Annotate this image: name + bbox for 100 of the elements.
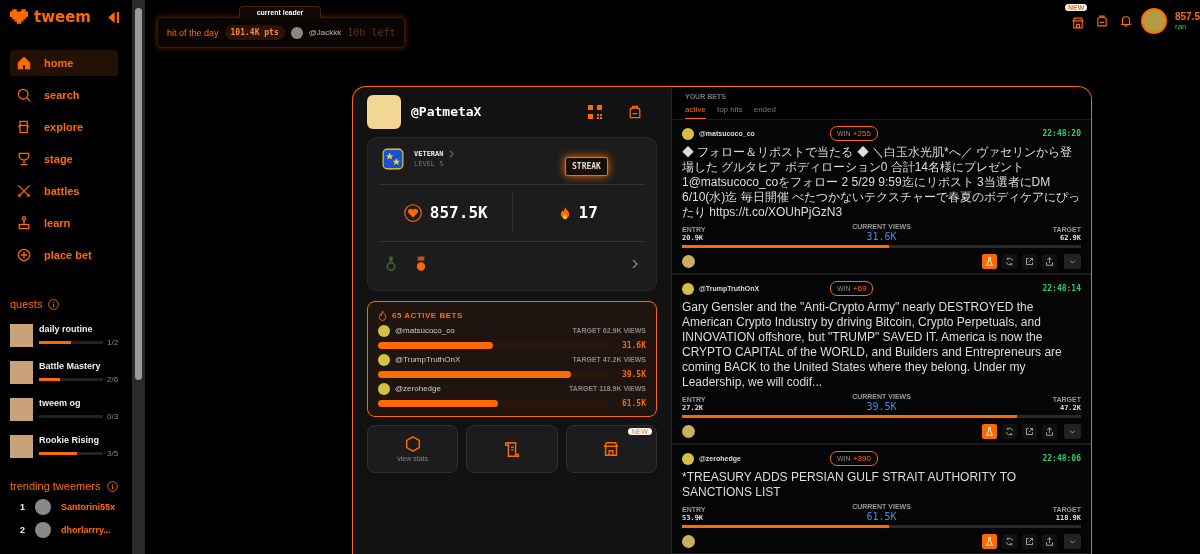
star-badge-icon: [382, 147, 404, 170]
home-icon: [16, 55, 32, 71]
external-link-button[interactable]: [1022, 423, 1037, 439]
search-icon: [16, 87, 32, 103]
avatar: [682, 254, 695, 268]
avatar: [378, 353, 390, 366]
streak-value: 17: [578, 203, 598, 223]
bet-user[interactable]: @zerohedge: [395, 384, 441, 394]
nav-item[interactable]: explore: [10, 114, 118, 140]
avatar: [682, 534, 695, 548]
streak-tooltip: STREAK: [565, 156, 608, 176]
tab[interactable]: ended: [753, 104, 776, 119]
bet-user[interactable]: @matsucoco_co: [395, 326, 455, 336]
external-link-icon: [1025, 256, 1034, 266]
info-icon[interactable]: [48, 298, 60, 310]
flask-icon: [985, 256, 994, 266]
refresh-button[interactable]: [1002, 533, 1017, 549]
flask-button[interactable]: [982, 533, 997, 549]
scroll-icon: [503, 439, 521, 458]
tile-button[interactable]: [466, 424, 558, 473]
balance-value: 857.5K: [429, 203, 488, 223]
tab[interactable]: active: [685, 104, 706, 119]
current-views: 31.6K: [866, 230, 897, 242]
nav-item[interactable]: place bet: [10, 242, 118, 268]
avatar: [682, 452, 694, 465]
avatar: [682, 282, 694, 295]
points-pill: 101.4K pts: [224, 25, 285, 40]
current-views: 39.5K: [866, 400, 897, 412]
active-bets-title: 65 ACTIVE BETS: [392, 310, 463, 320]
chevron-right-icon[interactable]: [448, 149, 454, 158]
external-link-icon: [1025, 426, 1034, 436]
refresh-button[interactable]: [1002, 253, 1017, 269]
qr-code-icon[interactable]: [587, 103, 603, 120]
bet-user[interactable]: @TrumpTruthOnX: [395, 355, 461, 365]
share-button[interactable]: [1042, 253, 1057, 269]
share-button[interactable]: [1042, 423, 1057, 439]
flask-button[interactable]: [982, 253, 997, 269]
external-link-button[interactable]: [1022, 533, 1037, 549]
expand-button[interactable]: [1064, 423, 1081, 439]
store-icon: [602, 439, 621, 458]
avatar: [367, 94, 401, 129]
bet-time: 22:48:06: [1042, 454, 1081, 464]
info-icon[interactable]: [106, 480, 118, 492]
post-text: Gary Gensler and the "Anti-Crypto Army" nearly DESTROYED the American Crypto Industry by driving Bitcoin, Crypto Perpetuals, and INNOVATION offshore, but "TRUMP" SAVED IT. America is now the CRYPTO CAPITAL of the WORLD, and Builders and Entrepreneurs are coming BACK to the United States where they belong. Under my Leadership, we will codif...: [682, 299, 1063, 390]
bet-time: 22:48:14: [1042, 284, 1081, 294]
store-icon[interactable]: [1070, 16, 1085, 30]
tweemer-name[interactable]: dhorlarrry...: [61, 525, 111, 535]
avatar: [35, 499, 51, 515]
quest-thumbnail: [10, 361, 33, 384]
section-title: quests: [10, 298, 43, 310]
avatar: [378, 324, 390, 337]
external-link-icon: [1025, 536, 1034, 546]
tweemer-name[interactable]: Santorini55x: [61, 502, 116, 512]
quest-thumbnail: [10, 324, 33, 347]
leader-user: @Jackkk: [308, 28, 342, 37]
share-icon: [1045, 536, 1054, 546]
rank-number: 2: [20, 525, 25, 535]
nav-item[interactable]: learn: [10, 210, 118, 236]
share-button[interactable]: [1042, 533, 1057, 549]
bet-views: 61.5K: [620, 398, 646, 408]
chevron-right-icon[interactable]: [632, 258, 638, 269]
backpack-icon[interactable]: [1094, 14, 1109, 28]
heart-logo-icon: [10, 9, 28, 25]
refresh-button[interactable]: [1002, 423, 1017, 439]
avatar: [378, 382, 390, 395]
nav-item[interactable]: battles: [10, 178, 118, 204]
rank-number: 1: [20, 502, 25, 512]
scrollbar[interactable]: [132, 0, 145, 554]
nav-item[interactable]: home: [10, 50, 118, 76]
quest-name: Battle Mastery: [39, 361, 102, 371]
quest-thumbnail: [10, 398, 33, 421]
expand-button[interactable]: [1064, 533, 1081, 549]
bell-icon[interactable]: [1118, 14, 1133, 28]
refresh-icon: [1005, 256, 1014, 266]
backpack-icon[interactable]: [627, 103, 643, 120]
external-link-button[interactable]: [1022, 253, 1037, 269]
box-icon: [16, 119, 32, 135]
quest-progress-count: 3/5: [107, 449, 119, 458]
crossed-swords-icon: [16, 183, 32, 199]
post-text: ◆ フォロー＆リポストで当たる ◆ ＼白玉水光肌*へ／ ヴァセリンから登場した グルタヒア ボディローション0 合計14名様にプレゼント 1@matsucoco_coをフォロー 2 5/29 9:59迄にリポスト 3当選者にDM 6/10(水)迄 毎日開催 べたつかないテクスチャーで春夏のボディケアにぴったり https://t.co/XOUhPjGzN3: [682, 144, 1081, 220]
joystick-icon: [16, 215, 32, 231]
tab[interactable]: top hits: [716, 104, 743, 119]
nav-item[interactable]: search: [10, 82, 118, 108]
leader-label: hit of the day: [167, 27, 219, 38]
quest-name: daily routine: [39, 324, 94, 334]
collapse-sidebar-icon[interactable]: [106, 10, 119, 24]
avatar[interactable]: [1142, 10, 1165, 32]
flask-icon: [985, 536, 994, 546]
post-text: *TREASURY ADDS PERSIAN GULF STRAIT AUTHORITY TO SANCTIONS LIST: [682, 469, 1018, 500]
flask-button[interactable]: [982, 423, 997, 439]
trophy-icon: [16, 151, 32, 167]
share-icon: [1045, 256, 1054, 266]
flask-icon: [985, 426, 994, 436]
section-title: trending tweemers: [10, 480, 101, 492]
time-left: 10h left: [347, 27, 396, 38]
medal-icon: [416, 255, 426, 272]
expand-button[interactable]: [1064, 253, 1081, 269]
quest-progress-count: 2/6: [107, 375, 119, 384]
quest-name: tweem og: [39, 398, 82, 408]
nav-item[interactable]: stage: [10, 146, 118, 172]
